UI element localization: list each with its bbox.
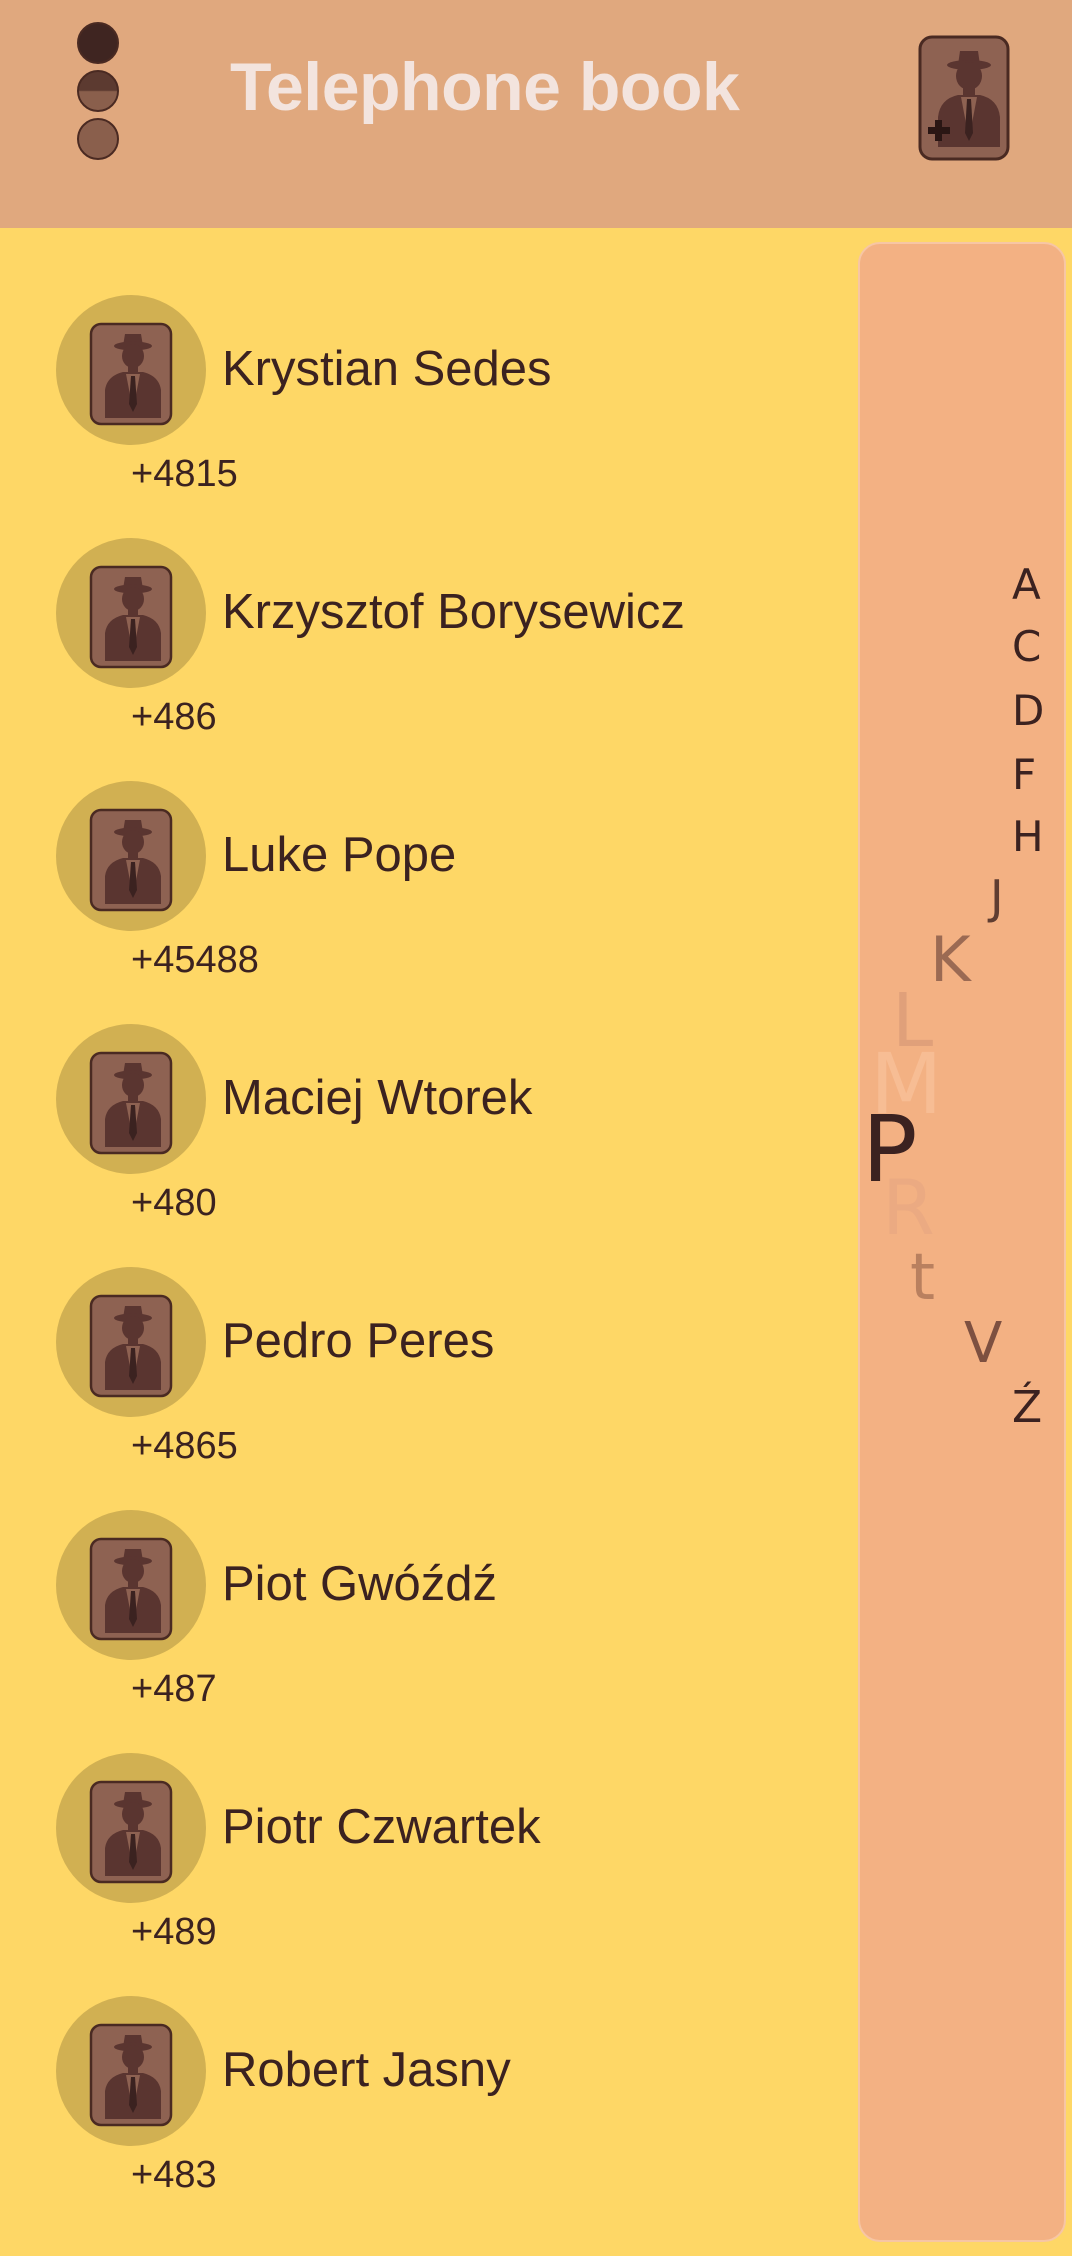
alphabet-index-letter[interactable]: F	[1012, 754, 1036, 796]
contact-list-item[interactable]: Krystian Sedes +4815	[0, 228, 850, 495]
contact-avatar	[56, 1024, 206, 1174]
contact-phone: +483	[131, 2154, 217, 2196]
contact-list: Krystian Sedes +4815 Krzysztof Borysewicz +…	[0, 228, 850, 2256]
person-with-hat-icon	[89, 1537, 173, 1641]
contact-avatar	[56, 1510, 206, 1660]
alphabet-index-letter[interactable]: V	[964, 1316, 1002, 1372]
app-bar: Telephone book	[0, 0, 1072, 228]
menu-dot	[77, 70, 119, 112]
contact-name: Maciej Wtorek	[222, 1071, 533, 1125]
contact-list-item[interactable]: Piotr Czwartek +489	[0, 1686, 850, 1953]
alphabet-index-letter[interactable]: C	[1012, 626, 1041, 668]
contact-name: Pedro Peres	[222, 1314, 495, 1368]
alphabet-index-letter[interactable]: t	[910, 1246, 935, 1310]
alphabet-index-letter[interactable]: R	[882, 1170, 935, 1246]
alphabet-index-letter[interactable]: K	[930, 929, 971, 991]
alphabet-index-letter[interactable]: H	[1012, 816, 1044, 858]
contact-avatar	[56, 781, 206, 931]
contact-name: Krystian Sedes	[222, 342, 552, 396]
person-with-hat-icon	[89, 808, 173, 912]
contact-name: Krzysztof Borysewicz	[222, 585, 685, 639]
contact-name: Luke Pope	[222, 828, 457, 882]
contact-list-item[interactable]: Robert Jasny +483	[0, 1929, 850, 2196]
person-with-hat-icon	[89, 565, 173, 669]
telephone-book-screen: Telephone book Krystian Sedes +4815 Krzysz…	[0, 0, 1072, 2256]
alphabet-index-letter[interactable]: D	[1012, 690, 1044, 732]
menu-dot	[77, 22, 119, 64]
person-with-hat-icon	[89, 2023, 173, 2127]
contact-avatar	[56, 538, 206, 688]
contact-avatar	[56, 1753, 206, 1903]
contact-list-item[interactable]: Piot Gwóźdź +487	[0, 1443, 850, 1710]
page-title: Telephone book	[230, 49, 740, 125]
contact-avatar	[56, 295, 206, 445]
alphabet-index-letter[interactable]: A	[1012, 564, 1041, 606]
contact-name: Piot Gwóźdź	[222, 1557, 498, 1611]
contact-list-item[interactable]: Pedro Peres +4865	[0, 1200, 850, 1467]
contact-list-item[interactable]: Krzysztof Borysewicz +486	[0, 471, 850, 738]
alphabet-index-letter[interactable]: J	[990, 874, 1004, 920]
menu-button[interactable]	[72, 20, 126, 168]
add-contact-icon	[918, 35, 1010, 161]
add-contact-button[interactable]	[918, 35, 1010, 161]
contact-avatar	[56, 1267, 206, 1417]
contact-list-item[interactable]: Maciej Wtorek +480	[0, 957, 850, 1224]
alphabet-index-letter[interactable]: Ź	[1012, 1386, 1042, 1430]
person-with-hat-icon	[89, 322, 173, 426]
contact-list-item[interactable]: Luke Pope +45488	[0, 714, 850, 981]
menu-dot	[77, 118, 119, 160]
contact-name: Robert Jasny	[222, 2043, 511, 2097]
alphabet-index: ACDFHJKLMPRtVŹ	[858, 242, 1066, 2242]
contact-avatar	[56, 1996, 206, 2146]
person-with-hat-icon	[89, 1780, 173, 1884]
contact-name: Piotr Czwartek	[222, 1800, 541, 1854]
person-with-hat-icon	[89, 1294, 173, 1398]
person-with-hat-icon	[89, 1051, 173, 1155]
